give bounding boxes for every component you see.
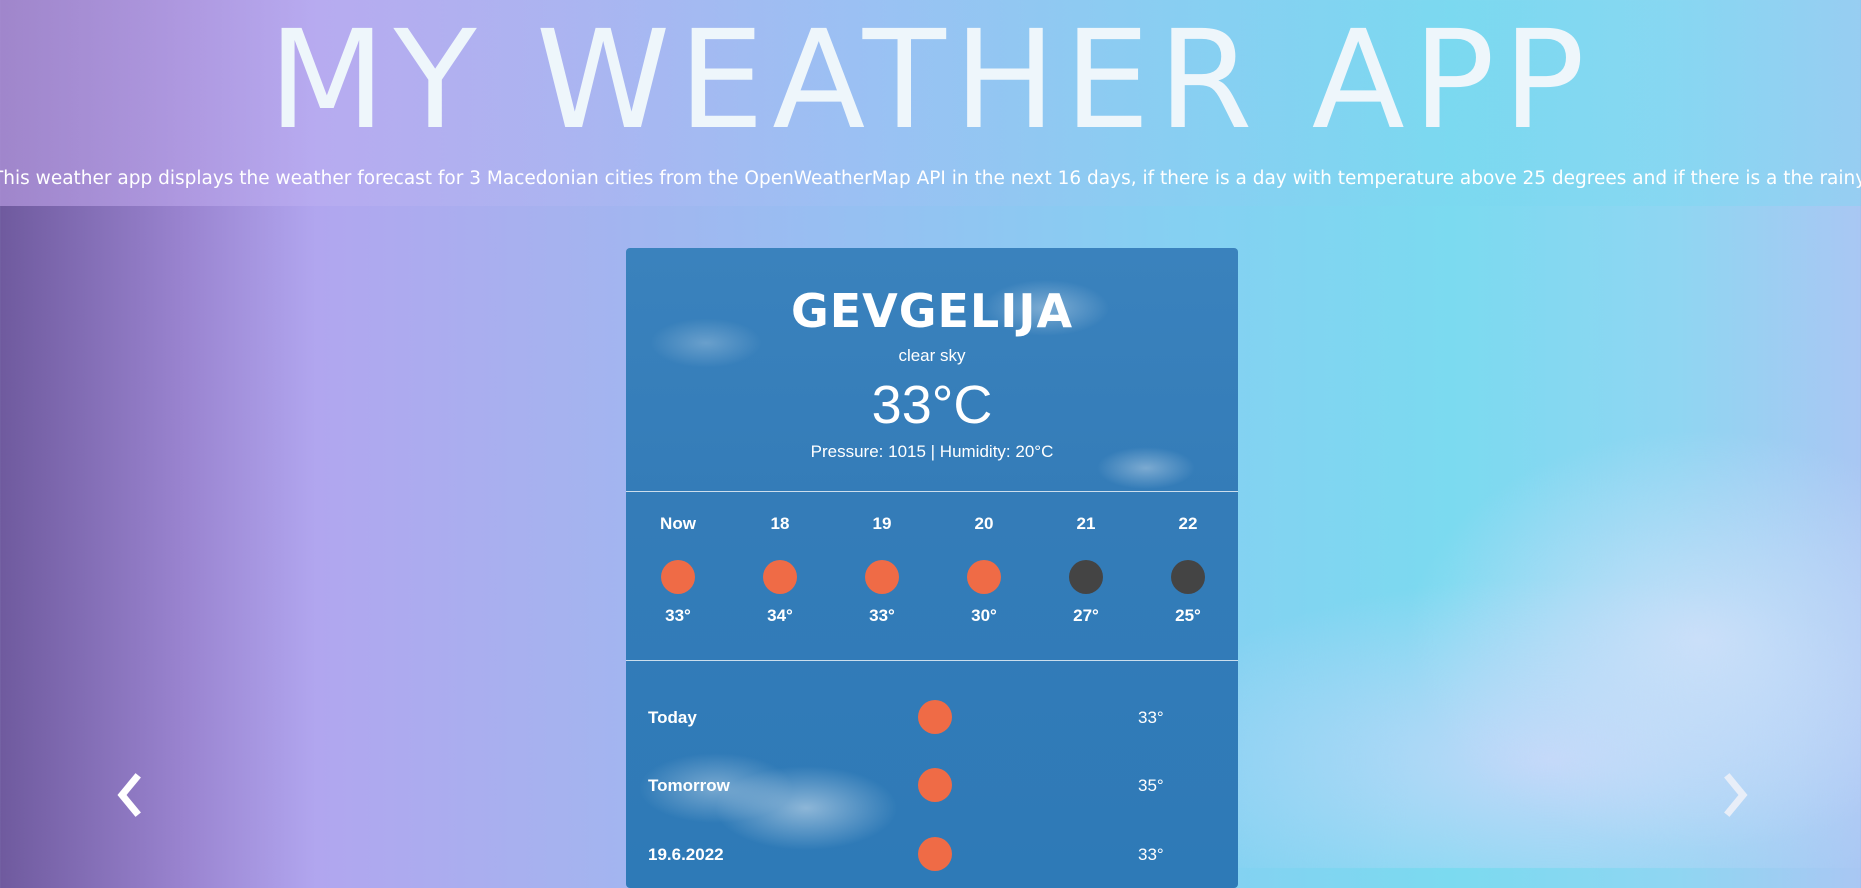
hour-label: Now [660, 514, 696, 533]
hour-label: 21 [1076, 514, 1096, 533]
hourly-item: 18 34° [750, 514, 810, 626]
hourly-item: 21 27° [1056, 514, 1116, 626]
header-banner: MY WEATHER APP This weather app displays… [0, 0, 1861, 206]
app-title: MY WEATHER APP [268, 2, 1593, 160]
city-name: GEVGELIJA [790, 284, 1074, 338]
hour-temperature: 25° [1175, 606, 1201, 625]
day-label: 19.6.2022 [648, 845, 724, 864]
carousel-next-button[interactable] [1715, 770, 1755, 820]
hour-temperature: 34° [767, 606, 793, 625]
divider [626, 491, 1238, 492]
sun-icon [918, 700, 952, 734]
sun-icon [763, 560, 797, 594]
hour-temperature: 33° [869, 606, 895, 625]
day-temperature: 33° [1138, 845, 1164, 864]
hourly-item: 20 30° [954, 514, 1014, 626]
hour-label: 19 [872, 514, 892, 533]
daily-row: 19.6.2022 33° [626, 835, 1238, 875]
moon-icon [1069, 560, 1103, 594]
current-temperature: 33°C [871, 375, 993, 435]
hour-temperature: 30° [971, 606, 997, 625]
sun-icon [967, 560, 1001, 594]
sun-icon [865, 560, 899, 594]
moon-icon [1171, 560, 1205, 594]
weather-condition: clear sky [898, 346, 966, 365]
daily-row: Today 33° [626, 698, 1238, 738]
app-description: This weather app displays the weather fo… [0, 168, 1861, 189]
hourly-forecast: Now 33° 18 34° 19 33° 20 30° 21 27° 22 2… [648, 514, 1216, 634]
day-temperature: 35° [1138, 776, 1164, 795]
chevron-left-icon [117, 773, 141, 817]
carousel-prev-button[interactable] [110, 770, 150, 820]
hour-temperature: 33° [665, 606, 691, 625]
hour-label: 18 [770, 514, 790, 533]
day-label: Today [648, 708, 697, 727]
hourly-item: 19 33° [852, 514, 912, 626]
hour-label: 20 [974, 514, 994, 533]
divider [626, 660, 1238, 661]
hour-temperature: 27° [1073, 606, 1099, 625]
day-label: Tomorrow [648, 776, 730, 795]
day-temperature: 33° [1138, 708, 1164, 727]
daily-row: Tomorrow 35° [626, 766, 1238, 806]
sun-icon [918, 837, 952, 871]
hourly-item: Now 33° [648, 514, 708, 626]
hour-label: 22 [1178, 514, 1198, 533]
hourly-item: 22 25° [1158, 514, 1218, 626]
sun-icon [661, 560, 695, 594]
weather-details: Pressure: 1015 | Humidity: 20°C [810, 442, 1054, 461]
sun-icon [918, 768, 952, 802]
weather-card: GEVGELIJA clear sky 33°C Pressure: 1015 … [626, 248, 1238, 888]
chevron-right-icon [1724, 773, 1748, 817]
